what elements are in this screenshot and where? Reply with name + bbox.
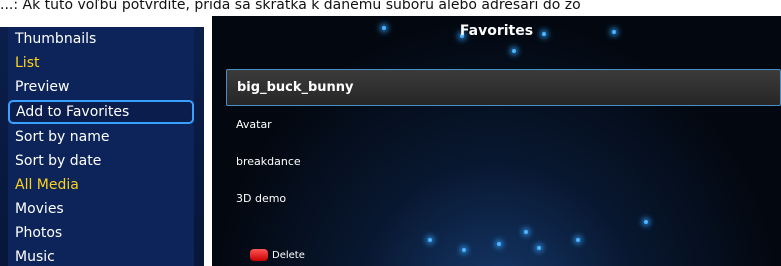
- star-decoration: [524, 230, 528, 234]
- star-decoration: [462, 248, 466, 252]
- star-decoration: [512, 49, 516, 53]
- menu-item-sort-by-name[interactable]: Sort by name: [0, 125, 204, 149]
- view-mode-group: Thumbnails List Preview: [0, 27, 204, 99]
- red-key-icon[interactable]: [250, 249, 268, 261]
- menu-item-list[interactable]: List: [0, 51, 204, 75]
- favorite-item-breakdance[interactable]: breakdance: [226, 143, 781, 180]
- menu-item-add-to-favorites[interactable]: Add to Favorites: [8, 100, 194, 124]
- star-decoration: [497, 242, 501, 246]
- delete-label: Delete: [272, 250, 305, 261]
- menu-item-movies[interactable]: Movies: [0, 197, 204, 221]
- star-decoration: [576, 238, 580, 242]
- favorites-list: big_buck_bunny Avatar breakdance 3D demo: [226, 69, 781, 217]
- favorite-item-3d-demo[interactable]: 3D demo: [226, 180, 781, 217]
- menu-item-sort-by-date[interactable]: Sort by date: [0, 149, 204, 173]
- menu-item-thumbnails[interactable]: Thumbnails: [0, 27, 204, 51]
- menu-item-photos[interactable]: Photos: [0, 221, 204, 245]
- star-decoration: [644, 220, 648, 224]
- menu-item-all-media[interactable]: All Media: [0, 173, 204, 197]
- menu-item-music[interactable]: Music: [0, 245, 204, 266]
- caption-text: ...: Ak túto voľbu potvrdíte, pridá sa s…: [0, 0, 581, 13]
- action-group: Add to Favorites Sort by name Sort by da…: [0, 99, 204, 173]
- star-decoration: [537, 246, 541, 250]
- footer-hint: Delete: [250, 248, 305, 264]
- favorites-panel: Favorites big_buck_bunny Avatar breakdan…: [212, 16, 781, 266]
- star-decoration: [428, 238, 432, 242]
- options-menu: Thumbnails List Preview Add to Favorites…: [0, 27, 204, 266]
- menu-item-preview[interactable]: Preview: [0, 75, 204, 99]
- panel-title: Favorites: [459, 23, 534, 39]
- favorite-item-avatar[interactable]: Avatar: [226, 106, 781, 143]
- media-filter-group: All Media Movies Photos Music: [0, 173, 204, 266]
- favorite-item-big-buck-bunny[interactable]: big_buck_bunny: [226, 69, 781, 106]
